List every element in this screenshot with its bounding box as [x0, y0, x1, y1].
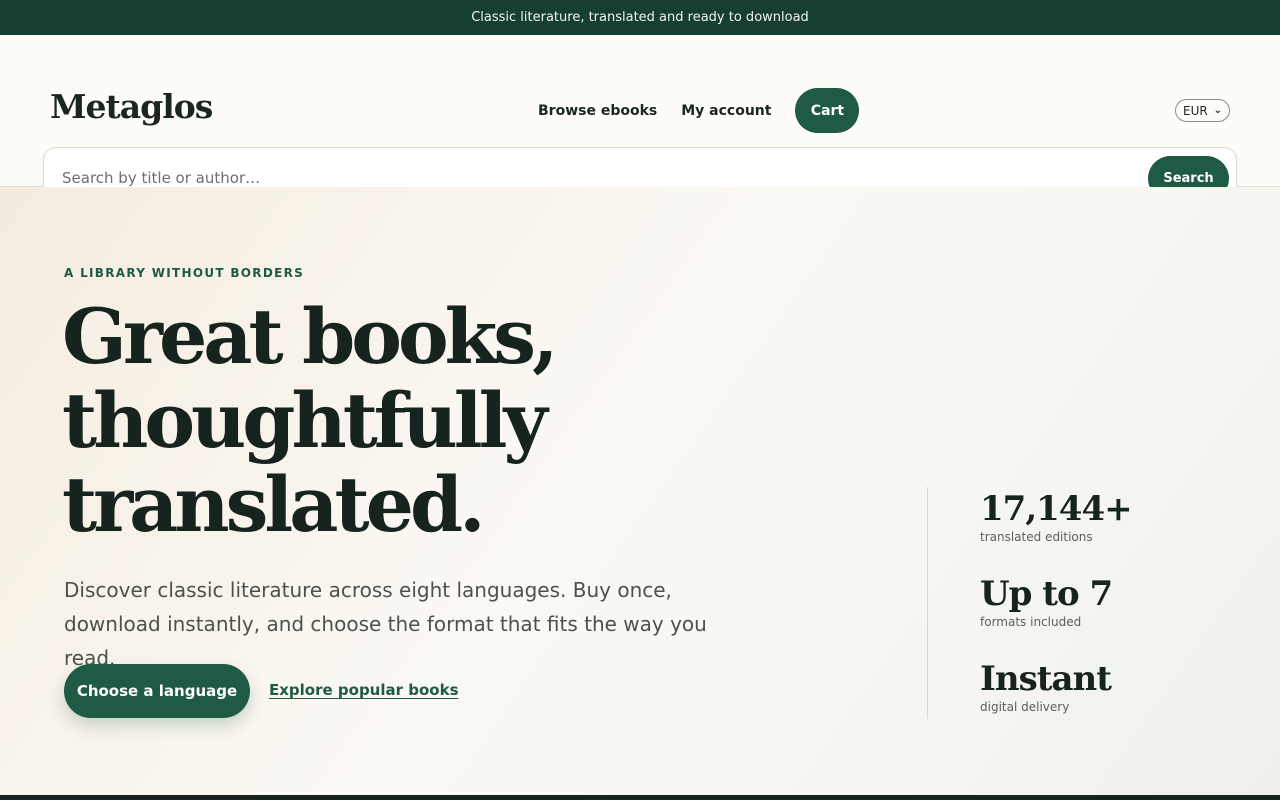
stat-item: Instant digital delivery — [980, 659, 1112, 715]
hero-eyebrow: A LIBRARY WITHOUT BORDERS — [64, 266, 305, 280]
site-header: Metaglos Browse ebooks My account Cart E… — [0, 35, 1280, 208]
headline-line-2: thoughtfully — [62, 376, 548, 465]
hero-headline: Great books, thoughtfully translated. — [62, 295, 822, 547]
headline-line-3: translated. — [62, 460, 486, 549]
chevron-down-icon: ⌄ — [1213, 105, 1222, 116]
site-logo[interactable]: Metaglos — [50, 87, 213, 126]
stat-item: Up to 7 formats included — [980, 574, 1113, 630]
stat-item: 17,144+ translated editions — [980, 489, 1133, 545]
currency-select[interactable]: EUR ⌄ — [1175, 99, 1230, 122]
headline-line-1: Great books, — [62, 292, 559, 381]
nav-my-account[interactable]: My account — [681, 103, 771, 119]
stat-label: formats included — [980, 615, 1082, 629]
stat-value: Instant — [980, 659, 1112, 699]
hero-description: Discover classic literature across eight… — [64, 578, 707, 670]
stat-value: Up to 7 — [980, 574, 1113, 614]
announcement-text: Classic literature, translated and ready… — [471, 10, 809, 25]
nav-browse-ebooks[interactable]: Browse ebooks — [538, 103, 657, 119]
announcement-bar: Classic literature, translated and ready… — [0, 0, 1280, 35]
cart-button[interactable]: Cart — [795, 88, 860, 133]
stat-value: 17,144+ — [980, 489, 1133, 529]
stats-panel: 17,144+ translated editions Up to 7 form… — [927, 487, 1227, 719]
footer-edge — [0, 795, 1280, 800]
stat-label: digital delivery — [980, 700, 1070, 714]
hero-section: A LIBRARY WITHOUT BORDERS Great books, t… — [0, 187, 1280, 795]
choose-language-button[interactable]: Choose a language — [64, 664, 250, 718]
explore-popular-books-link[interactable]: Explore popular books — [269, 681, 459, 699]
currency-value: EUR — [1183, 103, 1208, 118]
stat-label: translated editions — [980, 530, 1093, 544]
main-nav: Browse ebooks My account Cart — [538, 88, 860, 133]
